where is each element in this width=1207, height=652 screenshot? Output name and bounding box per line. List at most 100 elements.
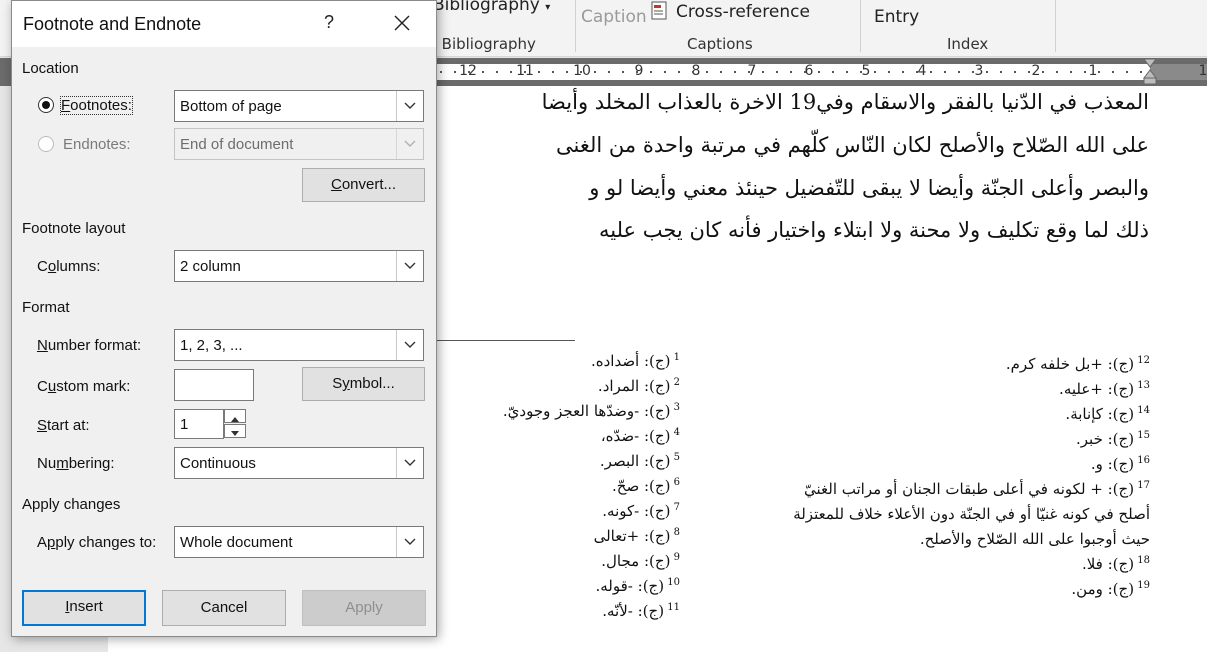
ruler-tick bbox=[1140, 71, 1142, 73]
body-text-line[interactable]: على الله الصّلاح والأصلح لكان النّاس كلّ… bbox=[556, 133, 1149, 157]
footnote-text: (ج): -ضدّه، bbox=[600, 427, 671, 445]
apply-changes-to-select[interactable]: Whole document bbox=[174, 526, 424, 558]
chevron-down-icon[interactable] bbox=[396, 251, 423, 281]
footnote-entry[interactable]: 16 (ج): و. bbox=[1091, 455, 1150, 473]
footnotes-location-select[interactable]: Bottom of page bbox=[174, 90, 424, 122]
chevron-down-icon[interactable] bbox=[396, 91, 423, 121]
ruler-tick bbox=[440, 71, 442, 73]
ruler-tick bbox=[1112, 71, 1114, 73]
footnote-entry[interactable]: 17 (ج): + لكونه في أعلى طبقات الجنان أو … bbox=[804, 480, 1150, 498]
caption-button[interactable]: Caption bbox=[581, 7, 647, 27]
dialog-title-bar[interactable]: Footnote and Endnote ? bbox=[12, 1, 436, 47]
body-text-line[interactable]: ذلك لما وقع تكليف ولا محنة ولا ابتلاء وا… bbox=[599, 218, 1149, 242]
body-text-line[interactable]: والبصر وأعلى الجنّة وأيضا لا يبقى للتّفض… bbox=[589, 176, 1149, 200]
spin-up-icon[interactable] bbox=[224, 409, 246, 423]
footnote-number: 14 bbox=[1134, 405, 1150, 416]
footnotes-location-value: Bottom of page bbox=[180, 98, 282, 115]
footnote-entry[interactable]: 13 (ج): +عليه. bbox=[1059, 380, 1150, 398]
footnote-entry[interactable]: 8 (ج): +تعالى bbox=[594, 527, 680, 545]
ruler-tick bbox=[958, 71, 960, 73]
number-format-select[interactable]: 1, 2, 3, ... bbox=[174, 329, 424, 361]
chevron-down-icon[interactable] bbox=[396, 448, 423, 478]
spin-down-icon[interactable] bbox=[224, 424, 246, 438]
footnote-endnote-dialog: Footnote and Endnote ? Location Footnote… bbox=[11, 0, 437, 637]
cancel-button[interactable]: Cancel bbox=[162, 590, 286, 626]
chevron-down-icon[interactable] bbox=[396, 129, 423, 159]
footnote-entry[interactable]: أصلح في كونه غنيّا أو في الجنّة دون الأع… bbox=[793, 505, 1150, 523]
footnote-entry[interactable]: 7 (ج): -كونه. bbox=[602, 502, 680, 520]
captions-group-label: Captions bbox=[687, 35, 753, 53]
start-at-input[interactable]: 1 bbox=[174, 409, 224, 439]
endnotes-location-select[interactable]: End of document bbox=[174, 128, 424, 160]
ruler-tick bbox=[1070, 71, 1072, 73]
footnote-entry[interactable]: 15 (ج): خبر. bbox=[1076, 430, 1150, 448]
cross-reference-button[interactable]: Cross-reference bbox=[676, 2, 810, 22]
footnote-text: (ج): +تعالى bbox=[593, 527, 671, 545]
custom-mark-input[interactable] bbox=[174, 369, 254, 401]
ruler-number: 10 bbox=[573, 63, 591, 79]
columns-value: 2 column bbox=[180, 258, 241, 275]
ruler-number: 3 bbox=[974, 63, 984, 79]
ruler-tick bbox=[482, 71, 484, 73]
body-text-line[interactable]: المعذب في الدّنيا بالفقر والاسقام وفي19 … bbox=[542, 90, 1149, 114]
footnote-entry[interactable]: حيث أوجبوا على الله الصّلاح والأصلح. bbox=[920, 530, 1150, 548]
ruler-number: 1 bbox=[1088, 63, 1098, 79]
footnote-text: (ج): فلا. bbox=[1081, 555, 1135, 573]
ruler-number: 4 bbox=[917, 63, 927, 79]
ruler-tick bbox=[510, 71, 512, 73]
start-at-label: Start at: bbox=[37, 417, 90, 434]
columns-select[interactable]: 2 column bbox=[174, 250, 424, 282]
apply-button[interactable]: Apply bbox=[302, 590, 426, 626]
start-at-value: 1 bbox=[180, 416, 189, 433]
indent-marker-icon[interactable] bbox=[1143, 58, 1157, 86]
footnote-separator bbox=[430, 340, 575, 341]
chevron-down-icon[interactable] bbox=[396, 330, 423, 360]
footnote-entry[interactable]: 3 (ج): -وضدّها العجز وجوديّ. bbox=[503, 402, 680, 420]
ruler-tick bbox=[790, 71, 792, 73]
footnote-entry[interactable]: 12 (ج): +بل خلفه كرم. bbox=[1006, 355, 1150, 373]
footnote-number: 8 bbox=[670, 527, 680, 538]
custom-mark-label: Custom mark: bbox=[37, 378, 131, 395]
help-button[interactable]: ? bbox=[324, 12, 334, 33]
footnote-text: حيث أوجبوا على الله الصّلاح والأصلح. bbox=[919, 530, 1150, 548]
ruler-tick bbox=[622, 71, 624, 73]
chevron-down-icon[interactable] bbox=[396, 527, 423, 557]
footnote-entry[interactable]: 4 (ج): -ضدّه، bbox=[601, 427, 680, 445]
footnote-number: 1 bbox=[670, 352, 680, 363]
chevron-down-icon: ▾ bbox=[545, 2, 551, 13]
ruler-tick bbox=[678, 71, 680, 73]
apply-changes-to-label: Apply changes to: bbox=[37, 534, 157, 551]
bibliography-button[interactable]: Bibliography ▾ bbox=[433, 0, 550, 15]
footnotes-radio[interactable] bbox=[38, 97, 54, 113]
footnote-entry[interactable]: 1 (ج): أضداده. bbox=[591, 352, 680, 370]
footnote-entry[interactable]: 18 (ج): فلا. bbox=[1082, 555, 1150, 573]
ruler-tick bbox=[566, 71, 568, 73]
footnote-entry[interactable]: 5 (ج): البصر. bbox=[600, 452, 680, 470]
ruler-tick bbox=[860, 71, 862, 73]
endnotes-radio[interactable] bbox=[38, 136, 54, 152]
footnote-entry[interactable]: 6 (ج): صحّ. bbox=[612, 477, 680, 495]
ruler-tick bbox=[706, 71, 708, 73]
ruler-tick bbox=[1014, 71, 1016, 73]
convert-button[interactable]: Convert... bbox=[302, 168, 425, 202]
ruler-tick bbox=[608, 71, 610, 73]
close-icon[interactable] bbox=[392, 13, 412, 33]
endnotes-label: Endnotes: bbox=[63, 136, 131, 153]
numbering-select[interactable]: Continuous bbox=[174, 447, 424, 479]
insert-button[interactable]: Insert bbox=[22, 590, 146, 626]
symbol-button[interactable]: Symbol... bbox=[302, 367, 425, 401]
mark-entry-button[interactable]: Entry bbox=[874, 7, 919, 27]
format-section-title: Format bbox=[22, 299, 70, 316]
footnote-text: (ج): و. bbox=[1090, 455, 1135, 473]
footnote-number: 13 bbox=[1134, 380, 1150, 391]
footnote-entry[interactable]: 9 (ج): مجال. bbox=[601, 552, 680, 570]
footnote-text: (ج): -قوله. bbox=[595, 577, 665, 595]
columns-label: Columns: bbox=[37, 258, 101, 275]
footnote-entry[interactable]: 14 (ج): كإنابة. bbox=[1065, 405, 1150, 423]
footnote-entry[interactable]: 19 (ج): ومن. bbox=[1071, 580, 1150, 598]
footnote-entry[interactable]: 10 (ج): -قوله. bbox=[596, 577, 681, 595]
footnote-entry[interactable]: 11 (ج): -لأنّه. bbox=[602, 602, 680, 620]
footnote-text: (ج): كإنابة. bbox=[1065, 405, 1135, 423]
start-at-spinner[interactable] bbox=[224, 409, 246, 439]
footnote-entry[interactable]: 2 (ج): المراد. bbox=[598, 377, 680, 395]
